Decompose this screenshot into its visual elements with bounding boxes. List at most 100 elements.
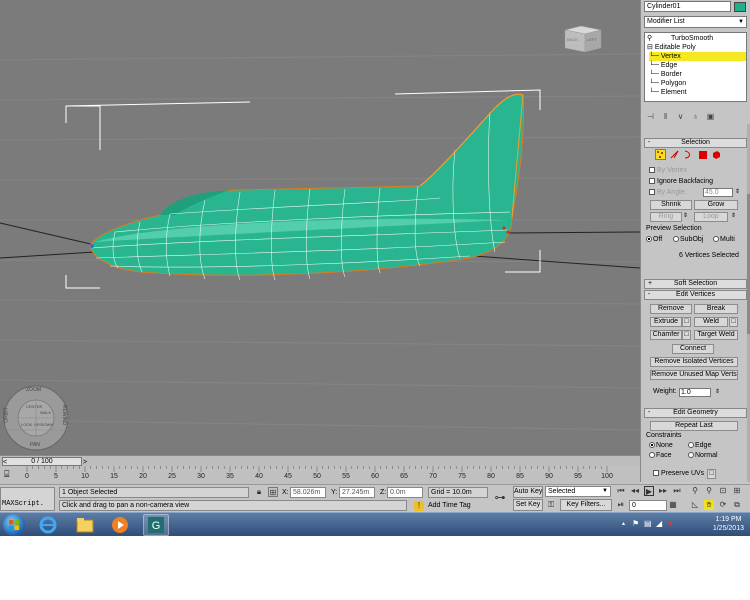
zoom-icon[interactable]: ⚲: [690, 486, 700, 496]
stack-item-border[interactable]: └─ Border: [649, 70, 682, 79]
time-config-icon[interactable]: ▦: [668, 500, 678, 510]
navwheel-pan[interactable]: PAN: [30, 442, 40, 448]
weld-settings-icon[interactable]: □: [729, 317, 738, 327]
absolute-mode-icon[interactable]: ⊞: [268, 487, 278, 497]
repeat-last-button[interactable]: Repeat Last: [650, 421, 738, 431]
perspective-viewport[interactable]: BACK LEFT ZOOM ORBIT REWIND CENTER WALK …: [0, 0, 640, 455]
start-button[interactable]: [3, 514, 25, 536]
by-vertex-checkbox[interactable]: By Vertex: [649, 166, 687, 175]
border-mode-icon[interactable]: [682, 149, 693, 160]
ignore-backfacing-checkbox[interactable]: Ignore Backfacing: [649, 177, 713, 186]
lightbulb-icon[interactable]: ⚲: [647, 34, 655, 43]
constraint-face-radio[interactable]: Face: [649, 452, 672, 459]
track-bar[interactable]: ⌸ 0 5 10 15 20 25 30 35 40 45 50 55 60 65 70 75 80 85 90 95…: [0, 466, 640, 484]
navwheel-zoom[interactable]: ZOOM: [26, 387, 41, 393]
next-frame-icon[interactable]: >: [83, 459, 87, 466]
connect-button[interactable]: Connect: [672, 344, 714, 354]
navwheel-walk[interactable]: WALK: [40, 410, 51, 415]
loop-spinner-icon[interactable]: ⇕: [731, 212, 736, 219]
z-coordinate-field[interactable]: 0.0m: [387, 487, 423, 498]
stack-item-turbosmooth[interactable]: ⚲ TurboSmooth: [647, 34, 746, 43]
internet-explorer-icon[interactable]: [35, 514, 61, 536]
show-hidden-icons-icon[interactable]: ▴: [622, 520, 625, 527]
constraint-none-radio[interactable]: None: [649, 442, 673, 449]
grow-button[interactable]: Grow: [694, 200, 738, 210]
prev-frame-icon[interactable]: <: [3, 459, 7, 466]
navwheel-updown[interactable]: UP/DOWN: [34, 422, 53, 427]
maximize-viewport-icon[interactable]: ⧉: [732, 500, 742, 510]
ring-button[interactable]: Ring: [650, 212, 682, 222]
y-coordinate-field[interactable]: 27.245m: [339, 487, 375, 498]
stack-item-editable-poly[interactable]: ⊟ Editable Poly: [647, 43, 746, 52]
steering-wheel[interactable]: ZOOM ORBIT REWIND CENTER WALK LOOK UP/DO…: [2, 382, 70, 454]
element-mode-icon[interactable]: [711, 149, 722, 160]
break-button[interactable]: Break: [694, 304, 738, 314]
preview-subobj-radio[interactable]: SubObj: [673, 236, 703, 243]
make-unique-icon[interactable]: ∨: [674, 110, 687, 123]
extrude-button[interactable]: Extrude: [650, 317, 682, 327]
show-end-result-icon[interactable]: ‖: [659, 110, 672, 123]
ring-spinner-icon[interactable]: ⇕: [683, 212, 688, 219]
key-filters-button[interactable]: Key Filters...: [560, 499, 612, 511]
play-icon[interactable]: ▶: [644, 486, 654, 496]
vertex-mode-icon[interactable]: [655, 149, 666, 160]
clock[interactable]: 1:19 PM 1/25/2013: [713, 515, 744, 533]
rollout-edit-vertices[interactable]: - Edit Vertices: [644, 290, 747, 300]
set-key-button[interactable]: Set Key: [513, 499, 543, 511]
rollout-selection[interactable]: - Selection: [644, 138, 747, 148]
time-tag-icon[interactable]: !: [414, 501, 424, 511]
stack-item-polygon[interactable]: └─ Polygon: [649, 79, 686, 88]
polygon-mode-icon[interactable]: [697, 149, 708, 160]
rollout-soft-selection[interactable]: + Soft Selection: [644, 279, 747, 289]
next-frame-icon[interactable]: ▸▸: [658, 486, 668, 496]
remove-unused-map-verts-button[interactable]: Remove Unused Map Verts: [650, 370, 738, 380]
navwheel-center[interactable]: CENTER: [26, 404, 42, 409]
viewcube[interactable]: BACK LEFT: [563, 24, 603, 54]
go-to-end-icon[interactable]: ⏭: [672, 486, 682, 496]
chamfer-settings-icon[interactable]: □: [682, 330, 691, 340]
zoom-all-icon[interactable]: ⚲: [704, 486, 714, 496]
angle-spinner[interactable]: 45.0: [703, 188, 733, 197]
key-mode-toggle-icon[interactable]: ⏯: [616, 500, 626, 510]
stack-item-edge[interactable]: └─ Edge: [649, 61, 677, 70]
target-weld-button[interactable]: Target Weld: [694, 330, 738, 340]
weight-spinner-arrows-icon[interactable]: ⇕: [715, 388, 720, 395]
go-to-start-icon[interactable]: ⏮: [616, 486, 626, 496]
auto-key-button[interactable]: Auto Key: [513, 486, 543, 498]
zoom-extents-all-icon[interactable]: ⊞: [732, 486, 742, 496]
media-player-icon[interactable]: [107, 514, 133, 536]
stack-item-vertex[interactable]: └─ Vertex: [649, 52, 746, 61]
pin-stack-icon[interactable]: ⊣: [644, 110, 657, 123]
shrink-button[interactable]: Shrink: [650, 200, 692, 210]
time-slider[interactable]: < 0 / 100 >: [0, 455, 640, 466]
stack-item-element[interactable]: └─ Element: [649, 88, 687, 97]
file-explorer-icon[interactable]: [72, 514, 98, 536]
key-icon[interactable]: ⊶: [492, 493, 508, 504]
configure-sets-icon[interactable]: ▣: [704, 110, 717, 123]
collapse-icon[interactable]: ⊟: [647, 44, 653, 51]
modifier-list-dropdown[interactable]: Modifier List ▼: [644, 16, 747, 28]
current-frame-field[interactable]: 0: [629, 500, 667, 511]
navwheel-orbit[interactable]: ORBIT: [4, 407, 10, 422]
remove-isolated-vertices-button[interactable]: Remove Isolated Vertices: [650, 357, 738, 367]
lock-icon[interactable]: 🔒︎: [254, 487, 264, 497]
constraint-edge-radio[interactable]: Edge: [688, 442, 711, 449]
previous-frame-icon[interactable]: ◂◂: [630, 486, 640, 496]
edge-mode-icon[interactable]: [669, 149, 680, 160]
orbit-icon[interactable]: ⟳: [718, 500, 728, 510]
3ds-max-taskbar-icon[interactable]: G: [143, 514, 169, 536]
antivirus-icon[interactable]: ●: [668, 519, 673, 528]
remove-modifier-icon[interactable]: ♁: [689, 110, 702, 123]
extrude-settings-icon[interactable]: □: [682, 317, 691, 327]
navwheel-rewind[interactable]: REWIND: [61, 405, 67, 425]
by-angle-checkbox[interactable]: By Angle:: [649, 188, 687, 197]
object-name-field[interactable]: Cylinder01: [644, 1, 731, 12]
chamfer-button[interactable]: Chamfer: [650, 330, 682, 340]
set-key-mode-icon[interactable]: ⚿: [546, 500, 556, 510]
preserve-uvs-checkbox[interactable]: Preserve UVs: [653, 469, 704, 478]
preview-multi-radio[interactable]: Multi: [713, 236, 735, 243]
constraint-normal-radio[interactable]: Normal: [688, 452, 718, 459]
network-icon[interactable]: ▤: [644, 519, 652, 528]
preview-off-radio[interactable]: Off: [646, 236, 662, 243]
remove-button[interactable]: Remove: [650, 304, 692, 314]
